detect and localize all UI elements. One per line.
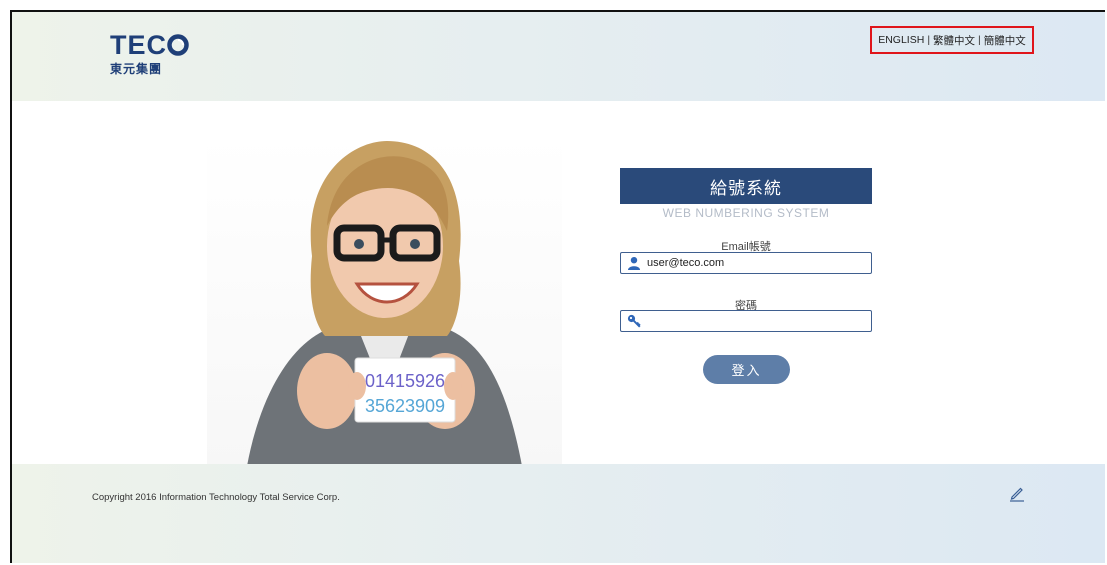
- teco-logo[interactable]: TEC 東元集團: [110, 32, 189, 77]
- language-switcher: ENGLISH | 繁體中文 | 簡體中文: [870, 26, 1034, 54]
- hero-illustration: 01415926 35623909: [247, 141, 522, 466]
- lang-simplified-chinese-link[interactable]: 簡體中文: [984, 33, 1026, 48]
- lang-separator: |: [978, 34, 981, 46]
- login-button[interactable]: 登入: [703, 355, 790, 384]
- hero-photo: 01415926 35623909: [207, 136, 562, 466]
- logo-wordmark: TEC: [110, 32, 189, 59]
- user-icon: [621, 253, 647, 273]
- card-number-line1: 01415926: [365, 371, 445, 391]
- system-title: 給號系統: [620, 168, 872, 204]
- lang-separator: |: [927, 34, 931, 46]
- logo-subtext: 東元集團: [110, 62, 163, 76]
- email-input[interactable]: [647, 254, 871, 272]
- logo-o-mark: [167, 34, 189, 56]
- password-field-wrapper: [620, 310, 872, 332]
- copyright-text: Copyright 2016 Information Technology To…: [92, 492, 340, 503]
- site-footer: Copyright 2016 Information Technology To…: [12, 464, 1105, 563]
- lang-traditional-chinese-link[interactable]: 繁體中文: [933, 33, 975, 48]
- pencil-icon[interactable]: [1008, 484, 1026, 502]
- password-input[interactable]: [647, 312, 871, 330]
- system-subtitle: WEB NUMBERING SYSTEM: [662, 206, 830, 220]
- card-number-line2: 35623909: [365, 396, 445, 416]
- key-icon: [621, 311, 647, 331]
- site-header: TEC 東元集團 ENGLISH | 繁體中文 | 簡體中文: [12, 12, 1105, 101]
- email-field-wrapper: [620, 252, 872, 274]
- page-frame: TEC 東元集團 ENGLISH | 繁體中文 | 簡體中文 01415926 …: [10, 10, 1105, 563]
- lang-english-link[interactable]: ENGLISH: [878, 34, 924, 46]
